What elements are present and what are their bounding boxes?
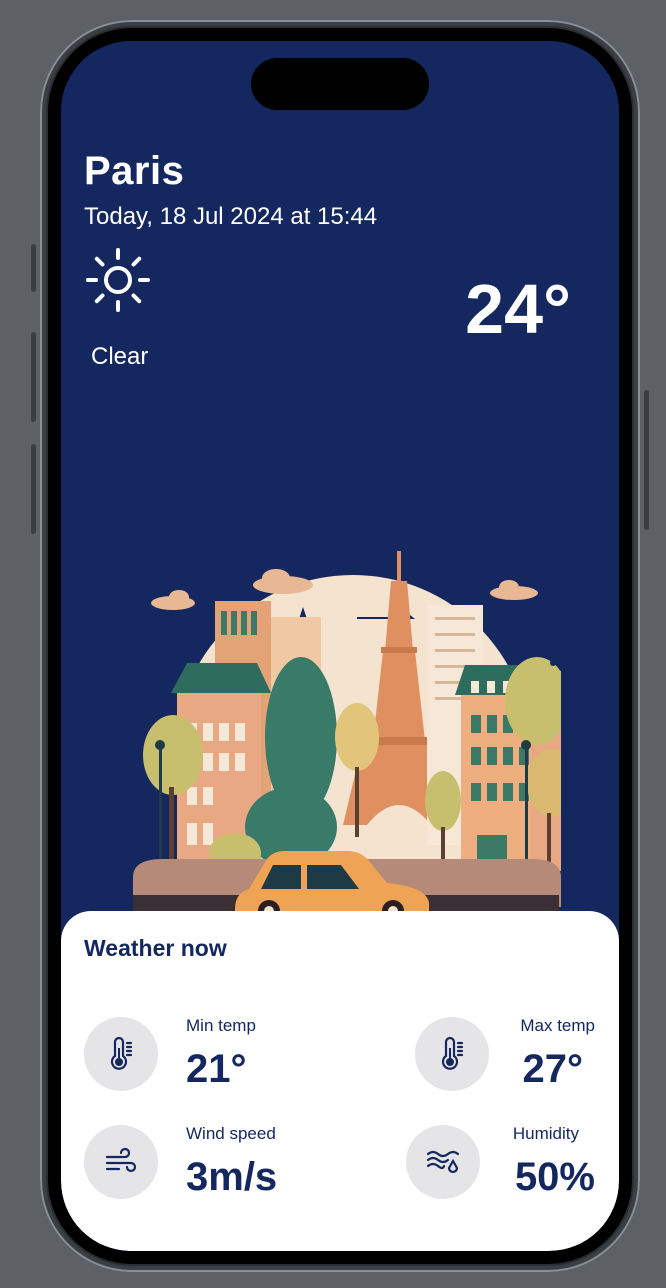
min-temp-label: Min temp <box>186 1016 256 1035</box>
weather-condition: Clear <box>91 343 149 370</box>
max-temp-value: 27° <box>522 1047 584 1091</box>
humidity-icon-circle <box>406 1125 480 1199</box>
min-temp-value: 21° <box>186 1047 247 1091</box>
volume-down-button <box>31 444 36 534</box>
wind-icon <box>105 1147 137 1173</box>
phone-frame: Paris Today, 18 Jul 2024 at 15:44 Clear … <box>31 20 649 1272</box>
card-title: Weather now <box>84 935 227 961</box>
power-button <box>644 390 649 530</box>
humidity-icon <box>426 1150 460 1174</box>
max-temp-icon-circle <box>415 1017 489 1091</box>
dynamic-island <box>251 58 429 110</box>
sun-icon <box>86 248 150 312</box>
max-temp-label: Max temp <box>520 1016 595 1035</box>
wind-speed-label: Wind speed <box>186 1124 276 1143</box>
thermometer-icon <box>110 1036 133 1070</box>
weather-card: Weather now Min temp 21° Max temp 27° Wi… <box>61 911 619 1251</box>
wind-speed-icon-circle <box>84 1125 158 1199</box>
min-temp-icon-circle <box>84 1017 158 1091</box>
volume-up-button <box>31 332 36 422</box>
thermometer-icon <box>441 1036 464 1070</box>
wind-speed-value: 3m/s <box>186 1155 278 1199</box>
screen: Paris Today, 18 Jul 2024 at 15:44 Clear … <box>61 41 619 1251</box>
paris-illustration <box>133 551 561 931</box>
city-name: Paris <box>84 149 185 193</box>
humidity-label: Humidity <box>512 1124 579 1143</box>
humidity-value: 50% <box>514 1155 595 1199</box>
date-time: Today, 18 Jul 2024 at 15:44 <box>84 203 378 230</box>
current-temperature: 24° <box>465 270 571 348</box>
mute-switch <box>31 244 36 292</box>
